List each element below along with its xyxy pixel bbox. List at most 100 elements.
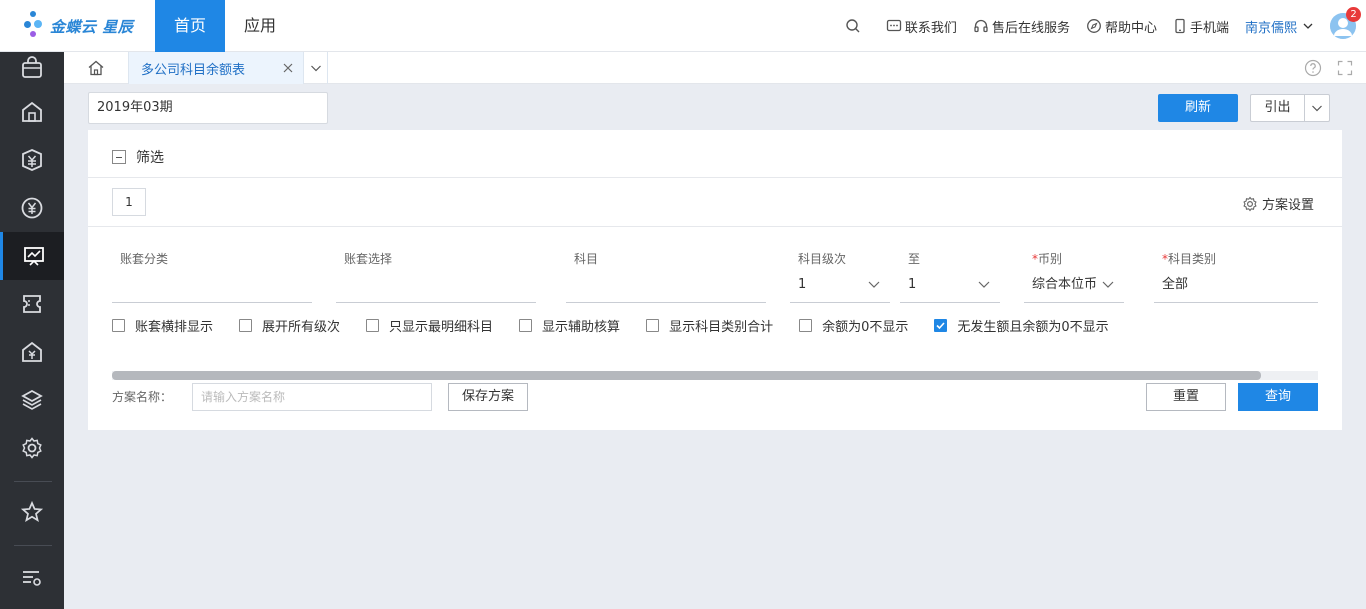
scheme-settings-button[interactable]: 方案设置: [1242, 194, 1314, 213]
horizontal-scrollbar[interactable]: [112, 371, 1318, 380]
contact-us-label: 联系我们: [904, 20, 957, 36]
field-label: 账套分类: [120, 252, 169, 266]
chat-icon: [886, 19, 902, 32]
divider: [88, 177, 1342, 178]
top-right-actions: 联系我们 售后在线服务 帮助中心 手机端 南京儒熙 2: [845, 0, 1366, 52]
notification-badge[interactable]: 2: [1346, 7, 1361, 22]
subject-category-select[interactable]: 全部: [1154, 274, 1318, 303]
nav-apps-tab[interactable]: 应用: [232, 0, 288, 52]
checkbox-horizontal-account-sets[interactable]: 账套横排显示: [112, 316, 213, 335]
divider: [88, 226, 1342, 227]
after-sales-link[interactable]: 售后在线服务: [973, 17, 1070, 36]
sidebar-item-assets[interactable]: [0, 328, 64, 376]
checkbox-label: 显示科目类别合计: [669, 320, 774, 335]
mobile-link[interactable]: 手机端: [1173, 17, 1229, 36]
checkbox-box[interactable]: [646, 319, 660, 332]
fullscreen-icon: [1337, 60, 1353, 76]
checkbox-expand-all-levels[interactable]: 展开所有级次: [239, 316, 340, 335]
finance-icon: [22, 149, 42, 171]
checkbox-box[interactable]: [112, 319, 125, 332]
sidebar-item-finance[interactable]: [0, 136, 64, 184]
help-button[interactable]: [1304, 59, 1322, 81]
fullscreen-button[interactable]: [1336, 59, 1354, 81]
sidebar-item-purchase[interactable]: [0, 44, 64, 92]
sidebar-item-settings[interactable]: [0, 424, 64, 472]
chevron-down-icon: [1102, 281, 1114, 288]
checkbox-label: 余额为0不显示: [822, 320, 909, 335]
checkbox-hide-no-activity-zero-balance[interactable]: 无发生额且余额为0不显示: [934, 316, 1109, 335]
reset-button[interactable]: 重置: [1146, 383, 1226, 411]
yen-icon: [21, 197, 43, 219]
user-menu[interactable]: 南京儒熙: [1245, 17, 1318, 36]
field-label-text: 科目类别: [1168, 252, 1217, 266]
sidebar-item-funds[interactable]: [0, 184, 64, 232]
tab-bar-tools: [1290, 59, 1354, 81]
checkbox-box-checked[interactable]: [934, 319, 948, 332]
tab-multi-company-balance[interactable]: 多公司科目余额表: [128, 52, 304, 84]
query-button[interactable]: 查询: [1238, 383, 1318, 411]
filter-title: 筛选: [136, 150, 164, 166]
search-button[interactable]: [845, 18, 864, 34]
search-icon: [846, 19, 860, 33]
avatar[interactable]: 2: [1330, 7, 1361, 39]
sidebar-divider: [14, 545, 52, 546]
checkbox-label: 只显示最明细科目: [389, 320, 494, 335]
checkbox-hide-zero-balance[interactable]: 余额为0不显示: [799, 316, 908, 335]
logo-mark-icon: [22, 10, 50, 42]
compass-icon: [1087, 19, 1101, 33]
home-tab[interactable]: [80, 52, 112, 84]
checkbox-box[interactable]: [799, 319, 813, 332]
sidebar: [0, 52, 64, 609]
subject-input[interactable]: [566, 274, 766, 303]
check-icon: [936, 322, 945, 330]
tab-list-dropdown[interactable]: [304, 52, 328, 84]
mobile-label: 手机端: [1189, 20, 1229, 36]
save-scheme-button[interactable]: 保存方案: [448, 383, 528, 411]
checkbox-detail-subjects-only[interactable]: 只显示最明细科目: [366, 316, 493, 335]
checkbox-show-category-totals[interactable]: 显示科目类别合计: [646, 316, 773, 335]
checkbox-box[interactable]: [366, 319, 380, 332]
help-center-label: 帮助中心: [1104, 20, 1157, 36]
account-set-select-input[interactable]: [336, 274, 536, 303]
menu-settings-icon: [23, 571, 41, 586]
account-set-category-input[interactable]: [112, 274, 312, 303]
sidebar-item-favorites[interactable]: [0, 488, 64, 536]
help-center-link[interactable]: 帮助中心: [1086, 17, 1157, 36]
checkbox-box[interactable]: [519, 319, 533, 332]
gear-icon: [1243, 196, 1257, 211]
field-label: 至: [908, 252, 921, 266]
chevron-down-icon: [978, 281, 990, 288]
sidebar-item-warehouse[interactable]: [0, 88, 64, 136]
scrollbar-thumb[interactable]: [112, 371, 1261, 380]
checkbox-label: 无发生额且余额为0不显示: [957, 320, 1109, 335]
tab-label: 多公司科目余额表: [141, 62, 246, 78]
sidebar-item-invoice[interactable]: [0, 280, 64, 328]
refresh-button[interactable]: 刷新: [1158, 94, 1238, 122]
close-icon[interactable]: [281, 61, 295, 75]
export-button[interactable]: 引出: [1251, 95, 1305, 121]
shopping-bag-icon: [22, 56, 42, 78]
field-label-text: 币别: [1038, 252, 1063, 266]
checkbox-box[interactable]: [239, 319, 253, 332]
period-selector[interactable]: 2019年03期: [88, 92, 328, 124]
scheme-name-input[interactable]: [192, 383, 432, 411]
sidebar-item-menu-settings[interactable]: [0, 554, 64, 602]
export-dropdown-button[interactable]: [1305, 95, 1329, 121]
scheme-name-label: 方案名称：: [112, 390, 173, 404]
page-tab-bar: 多公司科目余额表: [64, 52, 1366, 84]
filter-panel: 筛选 1 方案设置 账套分类 账套选择 科目 科目级次 1 至 1 *币别 综合…: [88, 130, 1342, 430]
sidebar-item-layers[interactable]: [0, 376, 64, 424]
filter-header[interactable]: 筛选: [112, 147, 164, 167]
contact-us-link[interactable]: 联系我们: [886, 17, 957, 36]
settings-icon: [22, 437, 42, 459]
user-name: 南京儒熙: [1244, 20, 1297, 36]
headset-icon: [974, 19, 988, 33]
scheme-tab-1[interactable]: 1: [112, 188, 146, 216]
checkbox-show-auxiliary[interactable]: 显示辅助核算: [519, 316, 620, 335]
export-button-group: 引出: [1250, 94, 1330, 122]
nav-home-tab[interactable]: 首页: [155, 0, 225, 52]
sidebar-item-reports[interactable]: [0, 232, 64, 280]
collapse-icon[interactable]: [112, 150, 126, 164]
app-logo[interactable]: 金蝶云 星辰: [22, 10, 133, 42]
report-chart-icon: [23, 247, 44, 266]
